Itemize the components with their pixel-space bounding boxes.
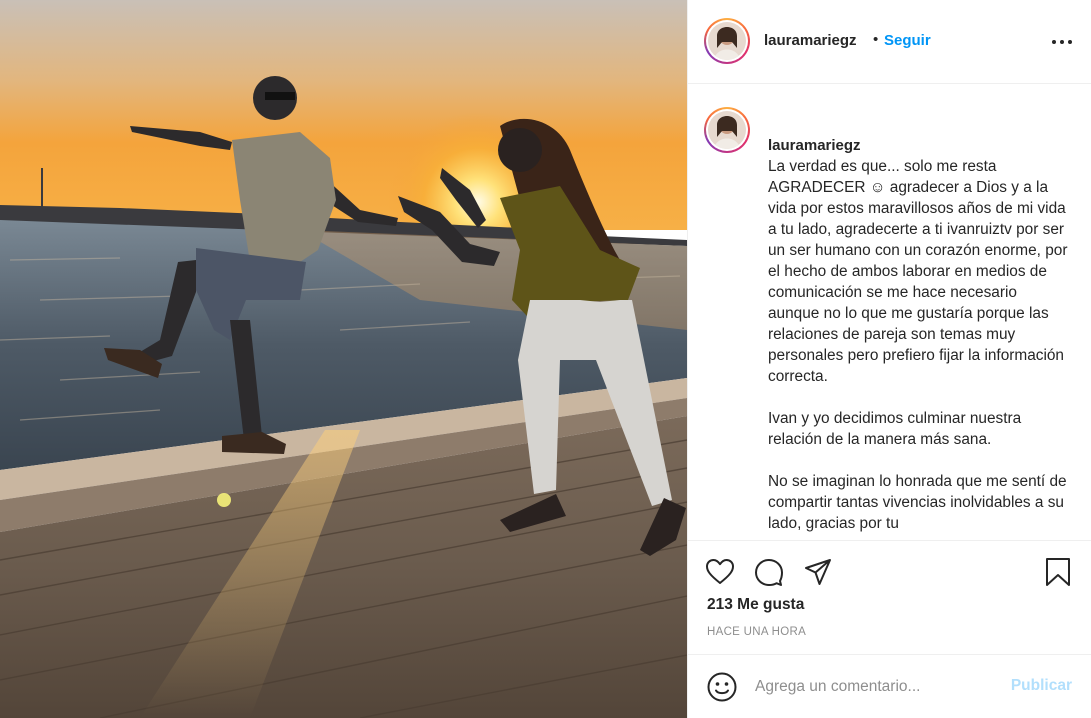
sunset-photo [0, 0, 687, 718]
post-photo[interactable] [0, 0, 687, 718]
action-bar [688, 540, 1091, 598]
add-comment-bar: Publicar [688, 654, 1091, 718]
heart-icon[interactable] [705, 557, 735, 587]
avatar-photo [708, 22, 746, 60]
comment-bubble-icon[interactable] [754, 557, 784, 587]
likes-count[interactable]: 213 Me gusta [707, 596, 804, 614]
caption-paragraph-3: No se imaginan lo honrada que me sentí d… [768, 473, 1067, 532]
post-caption: lauramariegz La verdad es que... solo me… [768, 114, 1068, 540]
comment-input[interactable] [755, 675, 1005, 699]
author-avatar[interactable] [704, 18, 750, 64]
publish-button[interactable]: Publicar [1011, 677, 1072, 695]
caption-paragraph-1: La verdad es que... solo me resta AGRADE… [768, 158, 1068, 385]
post-timestamp[interactable]: HACE UNA HORA [707, 626, 806, 638]
follow-button[interactable]: Seguir [884, 32, 931, 49]
paper-plane-icon[interactable] [803, 557, 833, 587]
avatar-photo [708, 111, 746, 149]
instagram-post: lauramariegz • Seguir lauramariegz La ve… [0, 0, 1091, 718]
comments-section[interactable]: lauramariegz La verdad es que... solo me… [688, 85, 1091, 540]
caption-username[interactable]: lauramariegz [768, 137, 861, 154]
post-header: lauramariegz • Seguir [688, 0, 1091, 84]
separator-dot: • [873, 31, 879, 48]
bookmark-icon[interactable] [1043, 557, 1073, 587]
caption-paragraph-2: Ivan y yo decidimos culminar nuestra rel… [768, 410, 1022, 448]
post-sidebar: lauramariegz • Seguir lauramariegz La ve… [687, 0, 1091, 718]
caption-author-avatar[interactable] [704, 107, 750, 153]
smiley-icon[interactable] [706, 671, 738, 703]
more-options-icon[interactable] [1048, 30, 1076, 54]
author-username[interactable]: lauramariegz [764, 32, 857, 49]
